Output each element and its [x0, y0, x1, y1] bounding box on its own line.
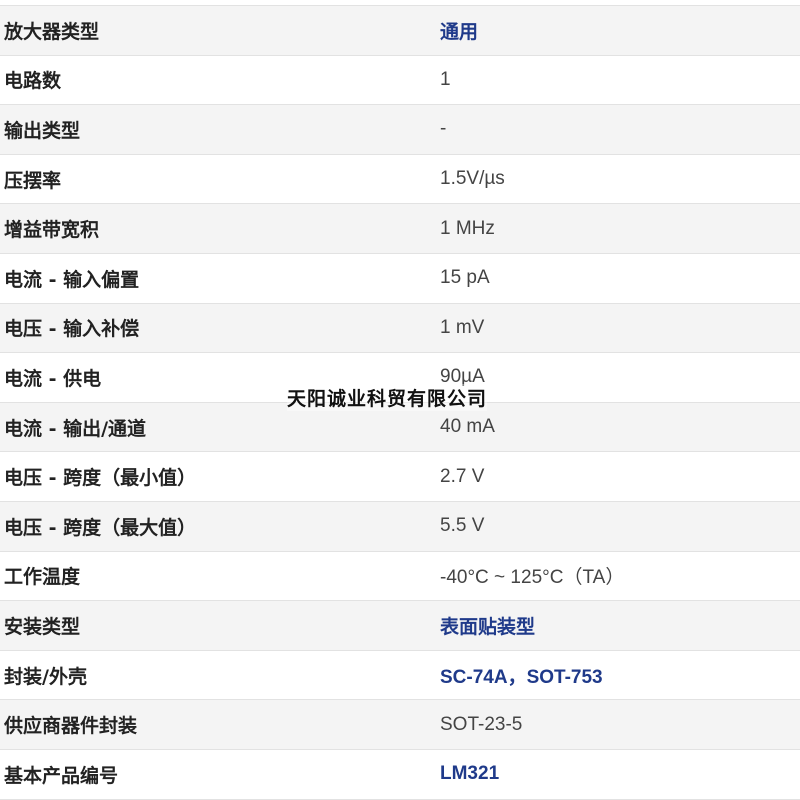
- spec-label: 电压 - 跨度（最大值）: [4, 516, 197, 539]
- spec-label: 基本产品编号: [4, 764, 119, 787]
- spec-value: SOT-23-5: [440, 713, 523, 735]
- spec-value-link[interactable]: SC-74A，SOT-753: [425, 650, 800, 700]
- spec-value-link[interactable]: LM321: [425, 749, 800, 799]
- spec-row: 工作温度 -40°C ~ 125°C（TA）: [0, 551, 800, 601]
- spec-label: 电压 - 跨度（最小值）: [4, 467, 197, 490]
- spec-label: 增益带宽积: [4, 219, 100, 242]
- spec-label: 电流 - 输入偏置: [4, 268, 140, 291]
- spec-row: 基本产品编号 LM321: [0, 749, 800, 799]
- spec-label: 压摆率: [4, 169, 62, 192]
- spec-value: 1 MHz: [440, 217, 495, 239]
- spec-row: 电流 - 供电 90µA: [0, 352, 800, 403]
- spec-label: 工作温度: [4, 566, 81, 589]
- spec-row: 增益带宽积 1 MHz: [0, 203, 800, 254]
- spec-row: 封装/外壳 SC-74A，SOT-753: [0, 650, 800, 700]
- spec-row: 电流 - 输入偏置 15 pA: [0, 253, 800, 304]
- spec-row: 电压 - 输入补偿 1 mV: [0, 303, 800, 353]
- spec-label: 封装/外壳: [4, 665, 87, 688]
- spec-row: 压摆率 1.5V/µs: [0, 154, 800, 204]
- spec-row: 电路数 1: [0, 55, 800, 105]
- spec-label: 供应商器件封装: [4, 715, 138, 738]
- spec-table: 放大器类型 通用电路数 1 输出类型 - 压摆率 1.5V/µs 增益带宽积 1 MHz 电流 -…: [0, 5, 800, 800]
- spec-label: 放大器类型: [4, 20, 100, 43]
- spec-label: 电压 - 输入补偿: [4, 318, 140, 341]
- spec-value: 1.5V/µs: [440, 168, 505, 190]
- spec-value: 2.7 V: [440, 465, 485, 487]
- spec-value: 1: [440, 68, 451, 90]
- spec-value: 90µA: [440, 366, 485, 388]
- spec-row: 输出类型 -: [0, 104, 800, 155]
- spec-label: 安装类型: [4, 615, 81, 638]
- spec-value: 40 mA: [440, 416, 495, 438]
- spec-table-body: 放大器类型 通用电路数 1 输出类型 - 压摆率 1.5V/µs 增益带宽积 1 MHz 电流 -…: [0, 5, 800, 799]
- spec-label: 输出类型: [4, 119, 81, 142]
- spec-row: 电压 - 跨度（最大值） 5.5 V: [0, 501, 800, 552]
- spec-value: -: [440, 118, 447, 140]
- spec-value: -40°C ~ 125°C（TA）: [440, 567, 625, 589]
- spec-value: 5.5 V: [440, 515, 485, 537]
- spec-value: 1 mV: [440, 316, 485, 338]
- spec-label: 电路数: [4, 70, 62, 93]
- spec-row: 放大器类型 通用: [0, 5, 800, 56]
- spec-row: 电流 - 输出/通道 40 mA: [0, 402, 800, 452]
- spec-value: 15 pA: [440, 267, 490, 289]
- spec-label: 电流 - 输出/通道: [4, 417, 147, 440]
- spec-row: 安装类型 表面贴装型: [0, 600, 800, 651]
- spec-label: 电流 - 供电: [4, 367, 102, 390]
- spec-value-link[interactable]: 表面贴装型: [425, 601, 800, 651]
- spec-row: 供应商器件封装 SOT-23-5: [0, 699, 800, 750]
- spec-value-link[interactable]: 通用: [425, 6, 800, 56]
- spec-row: 电压 - 跨度（最小值） 2.7 V: [0, 451, 800, 502]
